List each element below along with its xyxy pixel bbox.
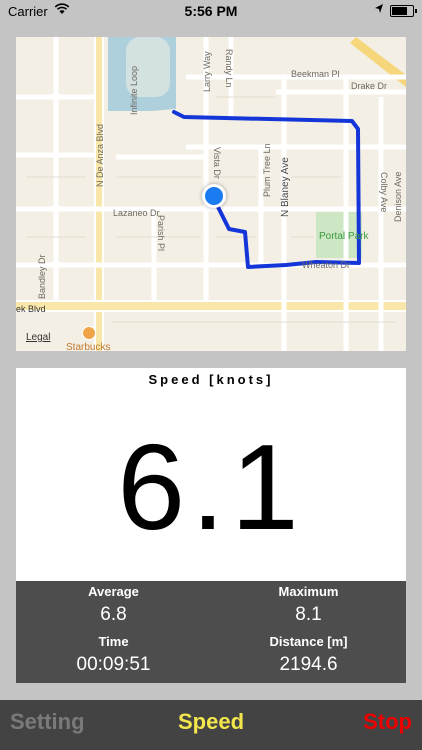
speed-label: Speed [knots] (148, 372, 274, 387)
maximum-label: Maximum (278, 584, 339, 599)
legal-link[interactable]: Legal (26, 332, 50, 343)
time-value: 00:09:51 (76, 654, 151, 675)
distance-stat: Distance [m] 2194.6 (211, 634, 406, 676)
average-value: 6.8 (100, 604, 127, 625)
status-bar: Carrier 5:56 PM (0, 0, 422, 22)
average-label: Average (88, 584, 139, 599)
maximum-value: 8.1 (295, 604, 322, 625)
stats-panel: Average 6.8 Maximum 8.1 Time 00:09:51 Di… (16, 581, 406, 683)
map-label-colby: Colby Ave (379, 172, 389, 213)
map-label-plumtree: Plum Tree Ln (262, 143, 272, 197)
map-label-blvd: ek Blvd (16, 304, 46, 314)
battery-icon (390, 5, 417, 17)
speed-panel: Speed [knots] 6.1 (16, 368, 406, 581)
map-label-denison: Denison Ave (393, 171, 403, 222)
stop-button[interactable]: Stop (363, 709, 412, 735)
map-label-parish: Parish Pl (156, 215, 166, 252)
map-label-lazaneo: Lazaneo Dr (113, 208, 160, 218)
map-label-drake: Drake Dr (351, 81, 388, 91)
map-label-bandley: Bandley Dr (37, 254, 47, 299)
location-arrow-icon (374, 3, 384, 18)
distance-value: 2194.6 (279, 654, 338, 675)
cafe-icon[interactable] (82, 326, 96, 340)
distance-label: Distance [m] (269, 634, 348, 649)
map-label-wheaton: Wheaton Dr (302, 260, 351, 270)
time-stat: Time 00:09:51 (16, 634, 211, 676)
current-location-icon (202, 184, 226, 208)
map-label-larry: Larry Way (202, 51, 212, 92)
map-label-infinite: Infinite Loop (129, 65, 139, 115)
map-label-beekman: Beekman Pl (291, 69, 340, 79)
bottom-tab-bar: Speed Setting Stop (0, 700, 422, 750)
map-label-blaney: N Blaney Ave (280, 157, 291, 217)
park-label: Portal Park (319, 231, 369, 242)
time-label: Time (98, 634, 129, 649)
route-map[interactable]: Beekman Pl Drake Dr Larry Way Randy Ln I… (16, 37, 406, 351)
status-time: 5:56 PM (184, 3, 238, 19)
tab-setting[interactable]: Setting (10, 709, 85, 735)
map-label-randy: Randy Ln (224, 49, 234, 88)
cafe-label: Starbucks (66, 342, 111, 351)
map-label-vista: Vista Dr (212, 147, 222, 179)
maximum-stat: Maximum 8.1 (211, 584, 406, 626)
speed-value: 6.1 (117, 419, 305, 555)
map-label-deanza: N De Anza Blvd (95, 123, 105, 187)
average-stat: Average 6.8 (16, 584, 211, 626)
